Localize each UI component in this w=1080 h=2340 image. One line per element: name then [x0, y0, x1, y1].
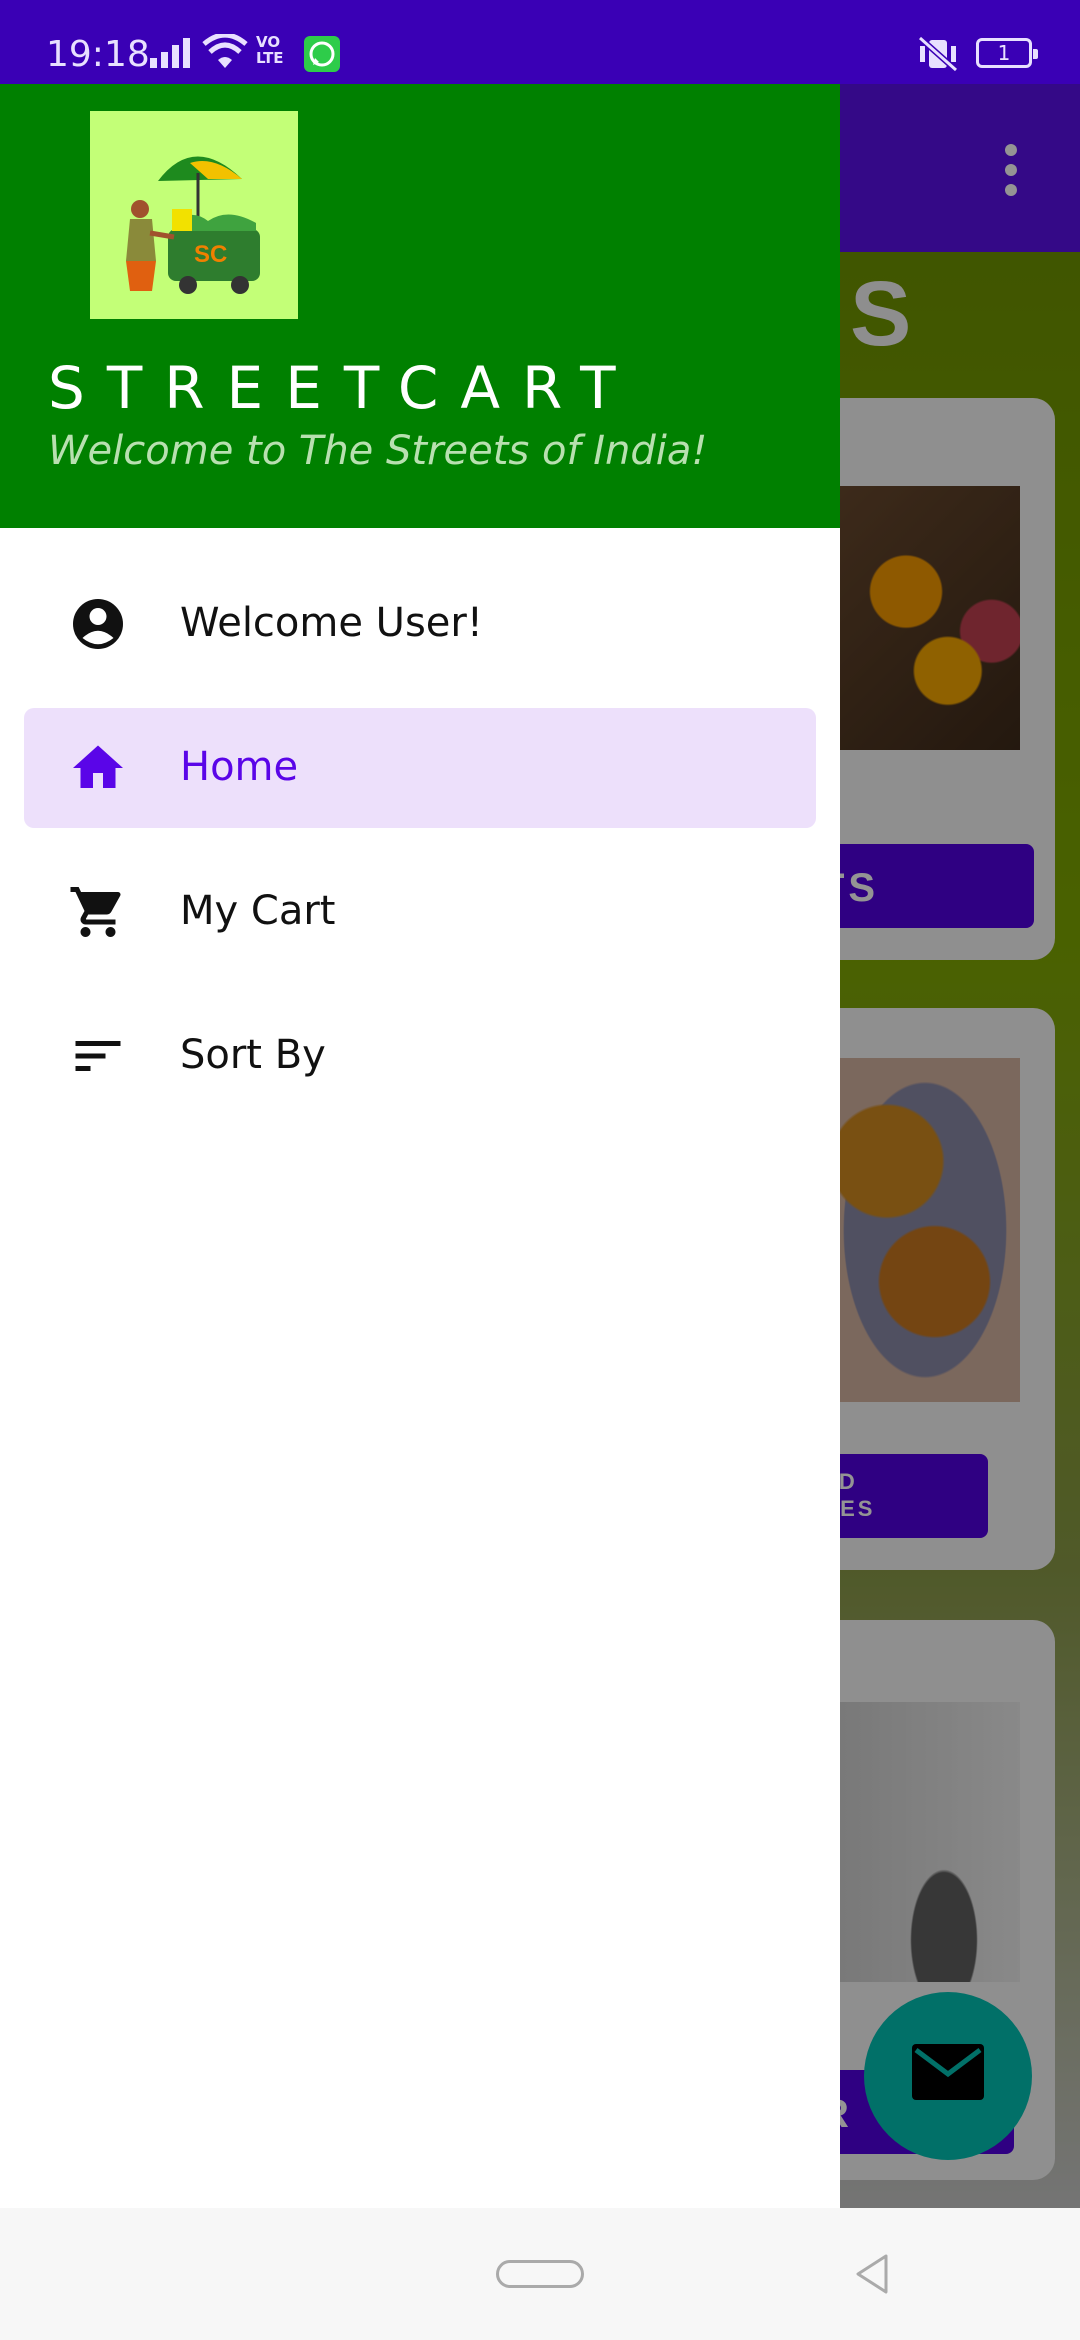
home-icon — [73, 745, 123, 788]
status-bar: 19:18 VO LTE 1 — [0, 0, 1080, 84]
logo-text: SC — [194, 241, 228, 268]
wifi-icon — [202, 34, 248, 68]
app-name: STREETCART — [48, 354, 638, 422]
drawer-item-label: Home — [180, 744, 299, 790]
drawer-item-welcome-user[interactable]: Welcome User! — [24, 564, 816, 684]
drawer-item-label: Sort By — [180, 1032, 326, 1078]
drawer-item-label: My Cart — [180, 888, 336, 934]
navigation-drawer: SC STREETCART Welcome to The Streets of … — [0, 84, 840, 2208]
app-logo: SC — [90, 111, 298, 319]
account-circle-icon — [73, 599, 123, 649]
signal-icon — [150, 38, 190, 68]
sort-icon — [75, 1041, 121, 1071]
cart-icon — [70, 887, 121, 937]
battery-icon: 1 — [976, 38, 1038, 68]
app-tagline: Welcome to The Streets of India! — [48, 428, 708, 474]
back-icon[interactable] — [852, 2252, 892, 2296]
system-navigation-bar — [0, 2208, 1080, 2340]
drawer-item-home[interactable]: Home — [24, 708, 816, 828]
home-gesture-button[interactable] — [496, 2260, 584, 2288]
vibrate-off-icon — [918, 36, 958, 72]
drawer-item-sort-by[interactable]: Sort By — [24, 996, 816, 1116]
drawer-item-label: Welcome User! — [180, 600, 483, 646]
volte-icon: VO LTE — [256, 33, 284, 67]
drawer-item-my-cart[interactable]: My Cart — [24, 852, 816, 972]
status-time: 19:18 — [46, 34, 150, 75]
drawer-header: SC STREETCART Welcome to The Streets of … — [0, 84, 840, 528]
whatsapp-icon — [304, 36, 340, 72]
